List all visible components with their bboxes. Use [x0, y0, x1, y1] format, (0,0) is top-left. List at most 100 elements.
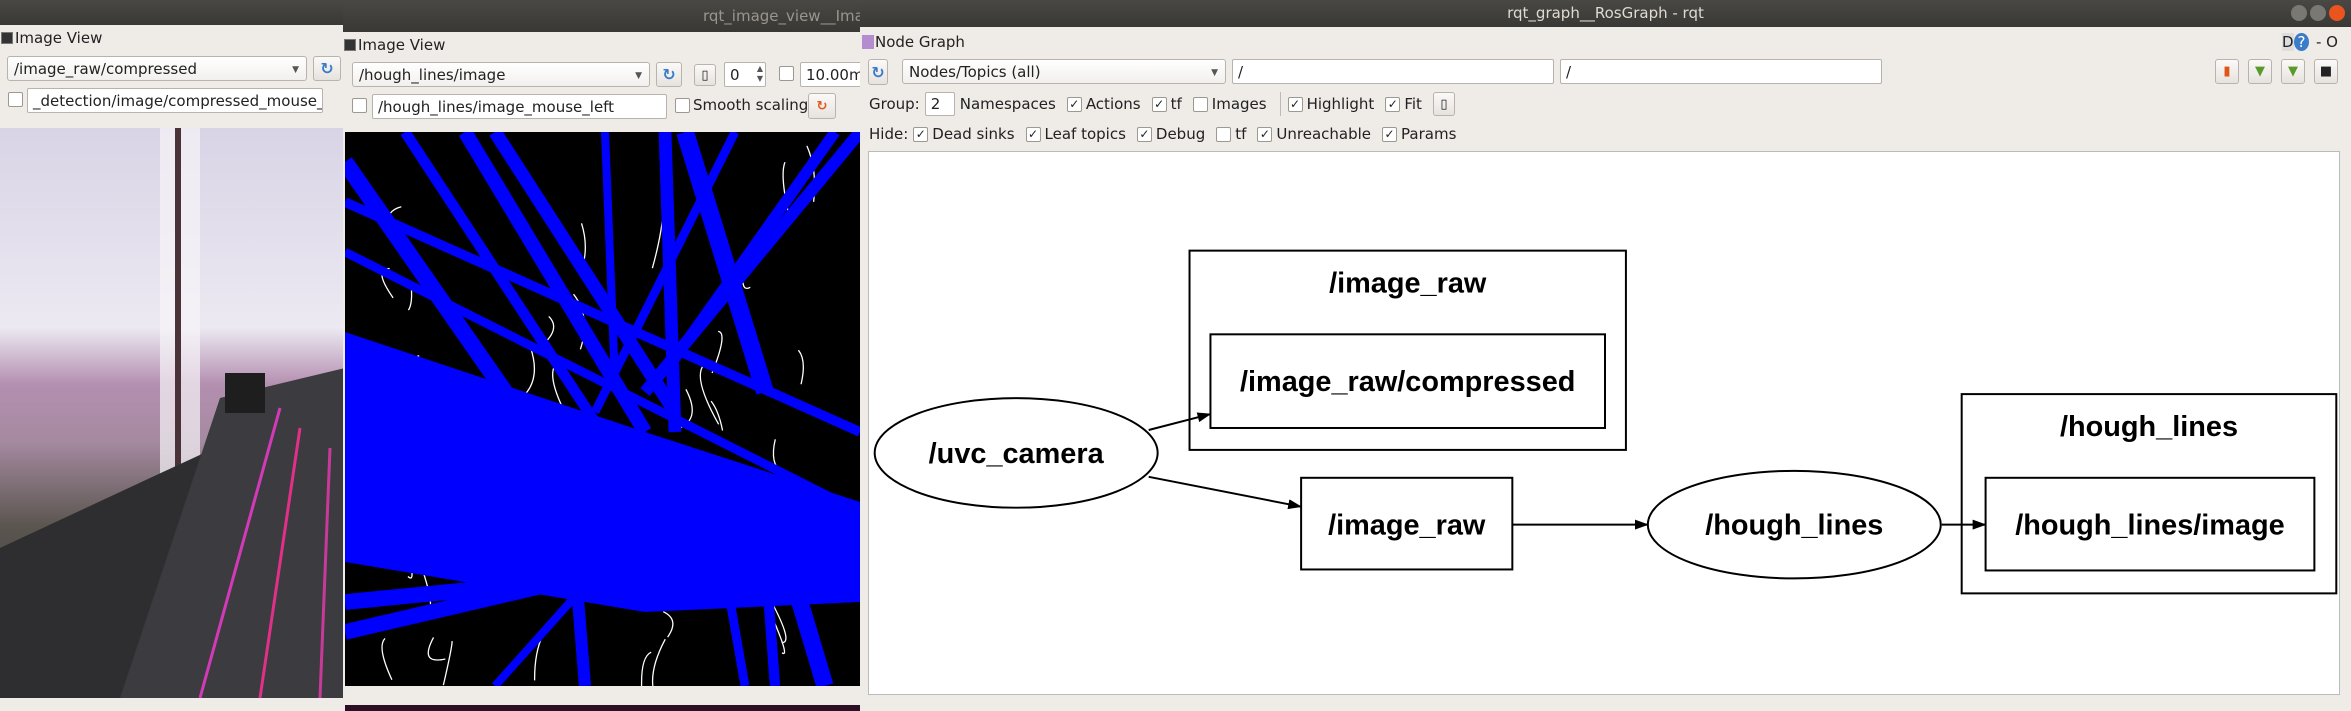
- topic-combo[interactable]: /image_raw/compressed ▼: [7, 56, 307, 81]
- checkbox[interactable]: ✓: [1136, 126, 1152, 142]
- dock-button[interactable]: D: [2282, 33, 2294, 51]
- load-dot-button[interactable]: ▮: [2215, 59, 2239, 84]
- separator: [1279, 92, 1281, 116]
- checkbox[interactable]: ✓: [1385, 96, 1401, 112]
- mouse-topic-input[interactable]: _detection/image/compressed_mouse_left: [27, 88, 323, 113]
- node-label: /hough_lines: [1705, 510, 1883, 542]
- option-label: tf: [1170, 95, 1182, 113]
- smooth-scaling-checkbox[interactable]: [675, 98, 690, 113]
- mouse-topic-input[interactable]: /hough_lines/image_mouse_left: [372, 94, 667, 119]
- edge-contour: [381, 637, 393, 681]
- titlebar[interactable]: rqt_image_view__Ima: [343, 0, 860, 32]
- spin-value: 0: [730, 66, 740, 84]
- smooth-scaling-label: Smooth scaling: [693, 96, 809, 114]
- checkbox[interactable]: ✓: [1151, 96, 1167, 112]
- refresh-button[interactable]: ↻: [313, 56, 341, 81]
- cluster-label: /image_raw: [1329, 267, 1487, 299]
- max-value-spinbox[interactable]: 0 ▲ ▼: [724, 62, 766, 87]
- camera-image[interactable]: [0, 128, 345, 698]
- graph-canvas[interactable]: /image_raw /image_raw/compressed /uvc_ca…: [868, 151, 2340, 695]
- hough-lines-image[interactable]: [345, 132, 860, 686]
- hide-row: Hide: ✓ Dead sinks ✓ Leaf topics ✓ Debug tf ✓ Un…: [869, 123, 1462, 145]
- edge-contour: [662, 611, 674, 638]
- checkbox[interactable]: ✓: [1257, 126, 1273, 142]
- topic-filter-input[interactable]: /: [1560, 59, 1882, 84]
- options-group-2: ✓ Highlight ✓ Fit: [1287, 95, 1428, 113]
- edge-uvc-to-compressed: [1148, 412, 1212, 431]
- option-label: Debug: [1155, 125, 1206, 143]
- checkbox[interactable]: [1216, 126, 1232, 142]
- dynamic-range-checkbox[interactable]: [779, 66, 794, 81]
- node-graph-icon: [862, 35, 874, 49]
- option-unreachable[interactable]: ✓ Unreachable: [1257, 125, 1371, 143]
- option-tf[interactable]: ✓ tf: [1151, 95, 1182, 113]
- refresh-button[interactable]: ↻: [656, 62, 682, 87]
- chevron-down-icon: ▼: [1211, 68, 1218, 78]
- camera-scene: [0, 128, 345, 698]
- edge-contour: [797, 349, 804, 385]
- node-filter-input[interactable]: /: [1232, 59, 1554, 84]
- mouse-publish-checkbox[interactable]: [352, 98, 367, 113]
- topic-label: /image_raw: [1328, 510, 1486, 542]
- group-spinbox[interactable]: 2: [924, 92, 955, 116]
- mode-combo[interactable]: Nodes/Topics (all) ▼: [902, 59, 1226, 84]
- spin-arrows-icon[interactable]: ▲ ▼: [757, 64, 763, 84]
- options-row: Group: 2 Namespaces ✓ Actions ✓ tf Images ✓ Hi…: [869, 92, 1455, 116]
- mouse-publish-checkbox[interactable]: [8, 92, 23, 107]
- checkbox[interactable]: ✓: [1025, 126, 1041, 142]
- group-value: 2: [930, 95, 941, 113]
- save-svg-button[interactable]: ▼: [2281, 59, 2305, 84]
- option-namespaces[interactable]: Namespaces: [960, 95, 1056, 113]
- option-debug[interactable]: ✓ Debug: [1136, 125, 1206, 143]
- option-actions[interactable]: ✓ Actions: [1066, 95, 1141, 113]
- checkbox[interactable]: [1192, 96, 1208, 112]
- topic-combo[interactable]: /hough_lines/image ▼: [352, 62, 650, 87]
- edge-uvc-to-image-raw: [1148, 475, 1303, 510]
- window-title: rqt_graph__RosGraph - rqt: [1507, 4, 1704, 22]
- rotate-button[interactable]: ↻: [808, 93, 836, 119]
- titlebar[interactable]: [0, 0, 345, 25]
- option-leaf-topics[interactable]: ✓ Leaf topics: [1025, 125, 1126, 143]
- help-icon[interactable]: ?: [2294, 33, 2309, 51]
- close-button[interactable]: [2329, 5, 2345, 21]
- option-label: Unreachable: [1276, 125, 1372, 143]
- zoom-fit-button[interactable]: ▯: [1432, 92, 1455, 116]
- option-label: Namespaces: [959, 95, 1056, 113]
- topic-label: /hough_lines/image: [2015, 510, 2285, 542]
- option-label: Images: [1211, 95, 1267, 113]
- hide-options: ✓ Dead sinks ✓ Leaf topics ✓ Debug tf ✓ Unreacha…: [913, 125, 1462, 143]
- titlebar[interactable]: rqt_graph__RosGraph - rqt: [860, 0, 2351, 27]
- options-group: Namespaces ✓ Actions ✓ tf Images: [960, 95, 1273, 113]
- option-label: tf: [1235, 125, 1247, 143]
- checkbox[interactable]: ✓: [1287, 96, 1303, 112]
- option-label: Leaf topics: [1044, 125, 1126, 143]
- maximize-button[interactable]: [2310, 5, 2326, 21]
- save-dot-button[interactable]: ▼: [2248, 59, 2272, 84]
- close-plugin-button[interactable]: - O: [2316, 33, 2338, 51]
- topic-value: /image_raw/compressed: [14, 60, 197, 78]
- option-label: Params: [1401, 125, 1457, 143]
- option-fit[interactable]: ✓ Fit: [1385, 95, 1422, 113]
- cluster-label: /hough_lines: [2060, 411, 2238, 443]
- option-highlight[interactable]: ✓ Highlight: [1287, 95, 1374, 113]
- image-view-window-middle: rqt_image_view__Ima Image View /hough_li…: [343, 0, 860, 705]
- checkbox[interactable]: ✓: [1382, 126, 1398, 142]
- edge-contour: [710, 400, 724, 431]
- option-tf[interactable]: tf: [1216, 125, 1246, 143]
- minimize-button[interactable]: [2291, 5, 2307, 21]
- option-images[interactable]: Images: [1192, 95, 1267, 113]
- rqt-graph-window: rqt_graph__RosGraph - rqt Node Graph D ?…: [860, 0, 2351, 711]
- option-dead-sinks[interactable]: ✓ Dead sinks: [913, 125, 1015, 143]
- save-image-button[interactable]: ■: [2314, 59, 2338, 84]
- window-title: rqt_image_view__Ima: [703, 7, 860, 25]
- zoom-1-button[interactable]: ▯: [694, 64, 716, 86]
- chevron-down-icon: ▼: [635, 71, 642, 81]
- option-params[interactable]: ✓ Params: [1382, 125, 1456, 143]
- image-view-window-left: Image View /image_raw/compressed ▼ ↻ _det…: [0, 0, 345, 711]
- refresh-button[interactable]: ↻: [868, 59, 888, 85]
- max-range-input[interactable]: 10.00m: [800, 62, 860, 87]
- checkbox[interactable]: ✓: [913, 126, 929, 142]
- checkbox[interactable]: ✓: [1066, 96, 1082, 112]
- plugin-icon: [1, 32, 13, 44]
- edge-contour: [699, 364, 720, 425]
